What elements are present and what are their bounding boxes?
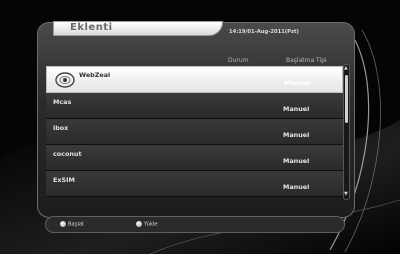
window-title: Eklenti [70, 22, 113, 33]
yellow-button-icon [136, 221, 142, 227]
plugin-name: ibox [53, 124, 69, 132]
plugin-name: Mcas [53, 98, 72, 106]
column-header-start-type: Başlatma Tipi [286, 57, 327, 64]
plugin-name: WebZeal [79, 71, 111, 79]
list-item[interactable]: WebZeal Manuel [46, 66, 343, 93]
column-header-status: Durum [228, 57, 249, 64]
list-item[interactable]: coconut Manuel [46, 145, 343, 171]
load-button[interactable]: Yükle [136, 221, 158, 228]
plugin-start-type: Manuel [283, 157, 310, 165]
scroll-down-icon[interactable]: ▼ [344, 191, 348, 197]
plugin-name: ExSIM [53, 176, 75, 184]
datetime-readout: 14:19/01-Aug-2011(Pzt) [229, 29, 299, 35]
plugin-start-type: Manuel [283, 105, 310, 113]
webzeal-logo-icon [55, 72, 75, 88]
start-label: Başlat [68, 221, 85, 228]
load-label: Yükle [144, 221, 158, 228]
list-scrollbar[interactable]: ▲ ▼ [343, 64, 350, 200]
start-button[interactable]: Başlat [60, 221, 84, 228]
list-item[interactable]: Mcas Manuel [46, 93, 343, 119]
list-item[interactable]: ExSIM Manuel [46, 171, 343, 197]
scroll-up-icon[interactable]: ▲ [344, 65, 348, 71]
plugin-start-type: Manuel [284, 79, 311, 87]
plugin-name: coconut [53, 150, 82, 158]
plugin-list: WebZeal Manuel Mcas Manuel ibox Manuel c… [46, 66, 343, 200]
green-button-icon [60, 221, 66, 227]
scroll-thumb[interactable] [345, 75, 348, 123]
list-item[interactable]: ibox Manuel [46, 119, 343, 145]
plugin-start-type: Manuel [283, 131, 310, 139]
footer-bar: Başlat Yükle [45, 216, 345, 233]
plugin-start-type: Manuel [283, 183, 310, 191]
